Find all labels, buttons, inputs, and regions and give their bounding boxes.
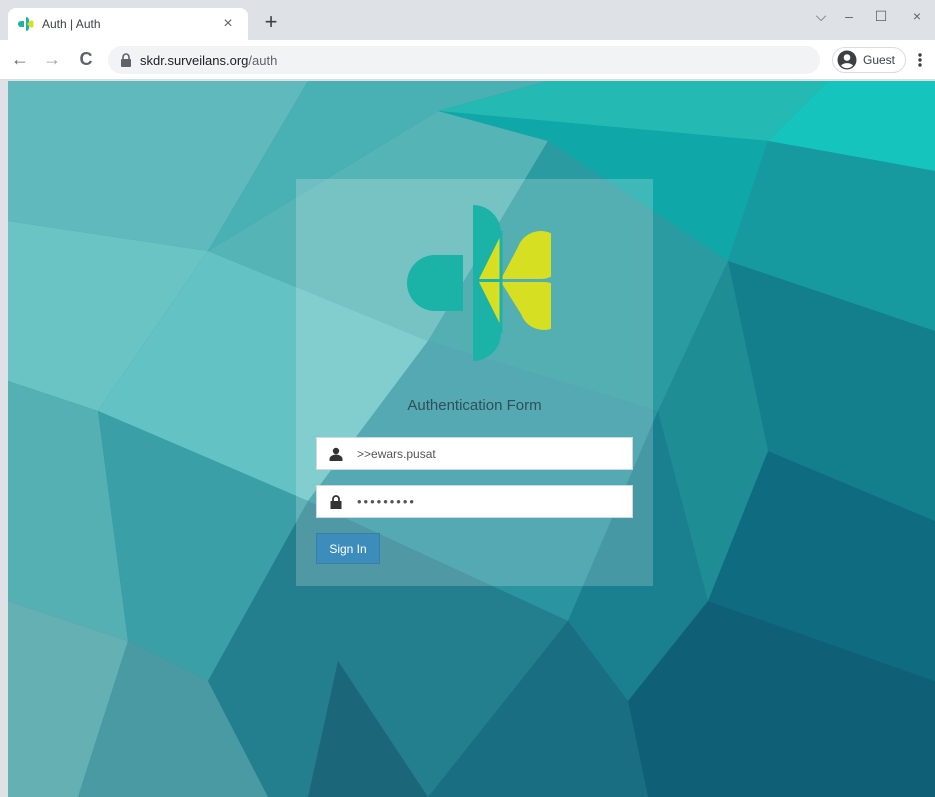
auth-card: Authentication Form Sign In bbox=[296, 179, 653, 586]
reload-icon[interactable]: C bbox=[74, 48, 98, 72]
more-vert-icon[interactable] bbox=[912, 48, 928, 72]
sign-in-button[interactable]: Sign In bbox=[316, 533, 380, 564]
profile-button[interactable]: Guest bbox=[832, 47, 907, 73]
minimize-button[interactable]: – bbox=[834, 6, 864, 28]
password-input[interactable] bbox=[357, 494, 617, 509]
username-field[interactable] bbox=[316, 437, 633, 470]
browser-window: Auth | Auth × + ⌵ – ☐ × ← → C skdr.surve… bbox=[0, 0, 935, 797]
kemenkes-logo-icon bbox=[407, 205, 551, 361]
url-text[interactable]: skdr.surveilans.org/auth bbox=[140, 53, 277, 68]
page-viewport: Authentication Form Sign In bbox=[8, 81, 935, 797]
back-arrow-icon[interactable]: ← bbox=[8, 48, 32, 72]
url-host: skdr.surveilans.org bbox=[140, 52, 249, 68]
tab-search-icon[interactable]: ⌵ bbox=[806, 6, 836, 28]
browser-toolbar: ← → C skdr.surveilans.org/auth Guest bbox=[0, 40, 935, 80]
username-input[interactable] bbox=[357, 446, 617, 461]
form-title: Authentication Form bbox=[407, 397, 542, 414]
lock-icon bbox=[330, 494, 342, 509]
tab-title: Auth | Auth bbox=[42, 17, 101, 31]
address-bar[interactable]: skdr.surveilans.org/auth bbox=[108, 46, 820, 74]
password-field[interactable] bbox=[316, 485, 633, 518]
user-icon bbox=[329, 447, 343, 461]
tab-auth[interactable]: Auth | Auth × bbox=[8, 8, 248, 40]
new-tab-button[interactable]: + bbox=[258, 10, 284, 36]
tab-strip: Auth | Auth × + ⌵ – ☐ × bbox=[0, 0, 935, 40]
maximize-button[interactable]: ☐ bbox=[866, 6, 896, 28]
forward-arrow-icon[interactable]: → bbox=[40, 48, 64, 72]
lock-icon bbox=[121, 53, 131, 67]
site-favicon-icon bbox=[18, 17, 34, 31]
tab-close-icon[interactable]: × bbox=[218, 15, 238, 33]
account-circle-icon bbox=[837, 50, 857, 70]
profile-label: Guest bbox=[863, 53, 896, 67]
url-path: /auth bbox=[248, 52, 278, 68]
close-window-button[interactable]: × bbox=[902, 6, 932, 28]
